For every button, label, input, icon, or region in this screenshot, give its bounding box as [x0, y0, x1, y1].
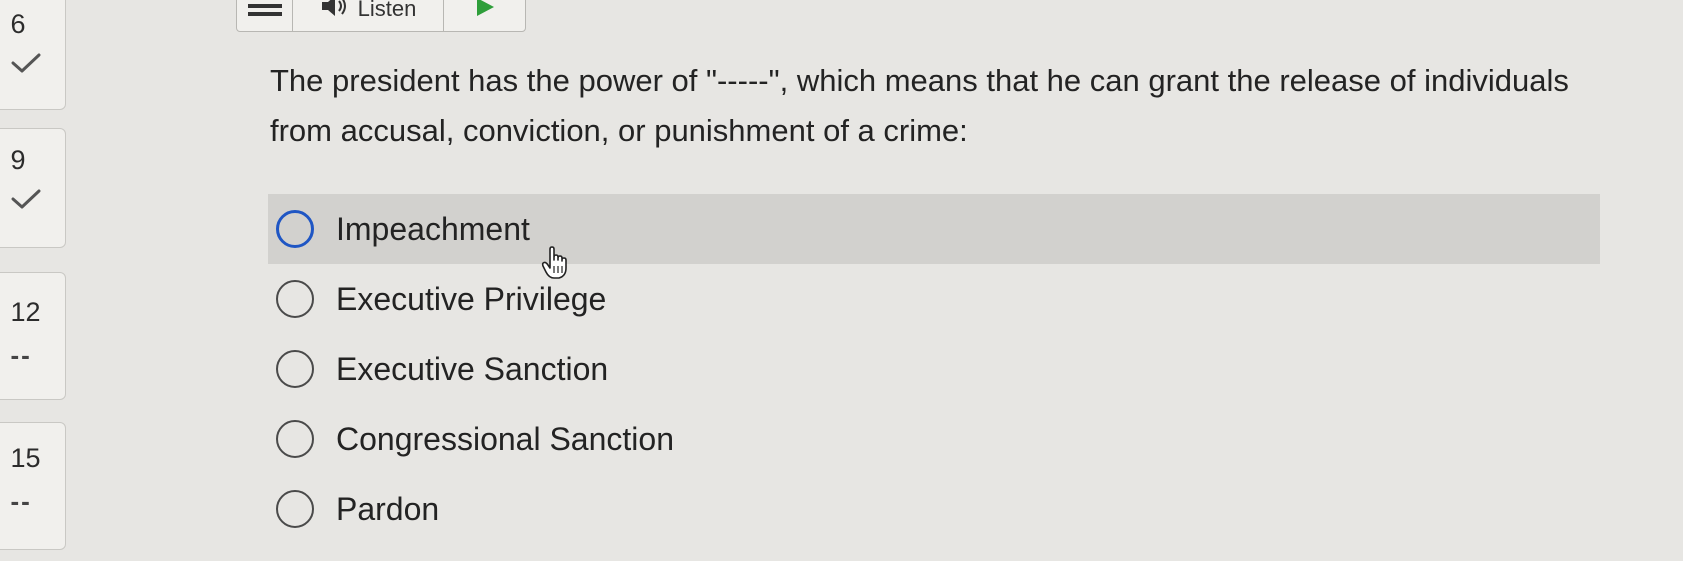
nav-question-6[interactable]: 6 — [0, 0, 66, 110]
nav-question-12[interactable]: 12 -- — [0, 272, 66, 400]
question-text: The president has the power of "-----", … — [270, 63, 1569, 148]
nav-status-text: -- — [10, 340, 32, 370]
nav-question-15[interactable]: 15 -- — [0, 422, 66, 550]
listen-label: Listen — [357, 0, 417, 21]
choice-pardon[interactable]: Pardon — [268, 474, 1600, 544]
checkmark-icon — [11, 188, 55, 210]
radio-button[interactable] — [276, 210, 314, 248]
listen-button[interactable]: Listen — [293, 0, 444, 31]
nav-status-text: -- — [10, 486, 32, 516]
choice-label: Impeachment — [336, 210, 530, 247]
play-button[interactable] — [444, 0, 525, 31]
nav-question-number: 9 — [10, 145, 26, 175]
radio-button[interactable] — [276, 490, 314, 528]
radio-button[interactable] — [276, 420, 314, 458]
nav-question-9[interactable]: 9 — [0, 128, 66, 248]
radio-button[interactable] — [276, 350, 314, 388]
choice-congressional-sanction[interactable]: Congressional Sanction — [268, 404, 1600, 474]
choice-label: Executive Privilege — [336, 280, 607, 317]
answer-choices: Impeachment Executive Privilege Executiv… — [268, 194, 1600, 544]
hand-cursor-icon — [541, 246, 571, 285]
menu-icon — [247, 0, 282, 23]
choice-label: Pardon — [336, 490, 440, 527]
toolbar: Listen — [236, 0, 526, 32]
speaker-icon — [320, 0, 350, 24]
menu-button[interactable] — [237, 0, 293, 31]
checkmark-icon — [11, 52, 55, 74]
radio-button[interactable] — [276, 280, 314, 318]
choice-impeachment[interactable]: Impeachment — [268, 194, 1600, 264]
choice-label: Congressional Sanction — [336, 420, 674, 457]
play-icon — [474, 0, 496, 23]
nav-question-number: 15 — [10, 443, 41, 473]
choice-executive-privilege[interactable]: Executive Privilege — [268, 264, 1600, 334]
nav-question-number: 12 — [10, 297, 41, 327]
choice-executive-sanction[interactable]: Executive Sanction — [268, 334, 1600, 404]
choice-label: Executive Sanction — [336, 350, 609, 387]
nav-question-number: 6 — [10, 9, 26, 39]
